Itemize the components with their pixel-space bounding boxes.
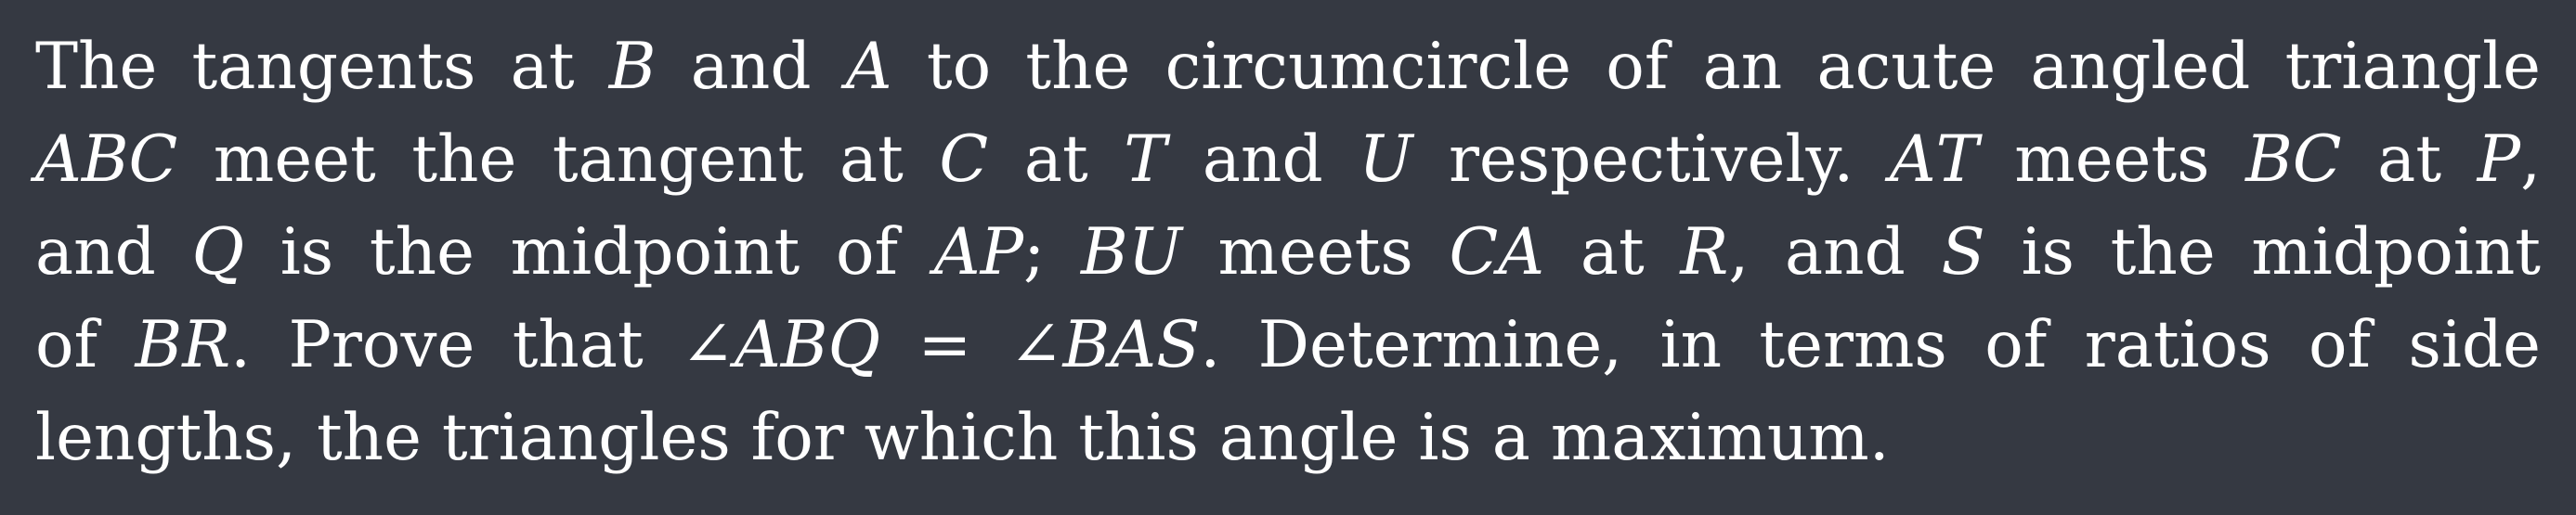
problem-line-3: and 𝑄 is the midpoint of 𝐴𝑃; 𝐵𝑈 meets 𝐶𝐴…: [35, 215, 2541, 290]
problem-line-1: The tangents at 𝐵 and 𝐴 to the circumcir…: [35, 30, 2541, 104]
problem-line-2: 𝐴𝐵𝐶 meet the tangent at 𝐶 at 𝑇 and 𝑈 res…: [35, 122, 2541, 197]
problem-line-5: lengths, the triangles for which this an…: [35, 401, 1890, 475]
problem-line-4: of 𝐵𝑅. Prove that ∠𝐴𝐵𝑄 = ∠𝐵𝐴𝑆. Determine…: [35, 308, 2541, 382]
problem-statement: The tangents at 𝐵 and 𝐴 to the circumcir…: [0, 0, 2576, 515]
